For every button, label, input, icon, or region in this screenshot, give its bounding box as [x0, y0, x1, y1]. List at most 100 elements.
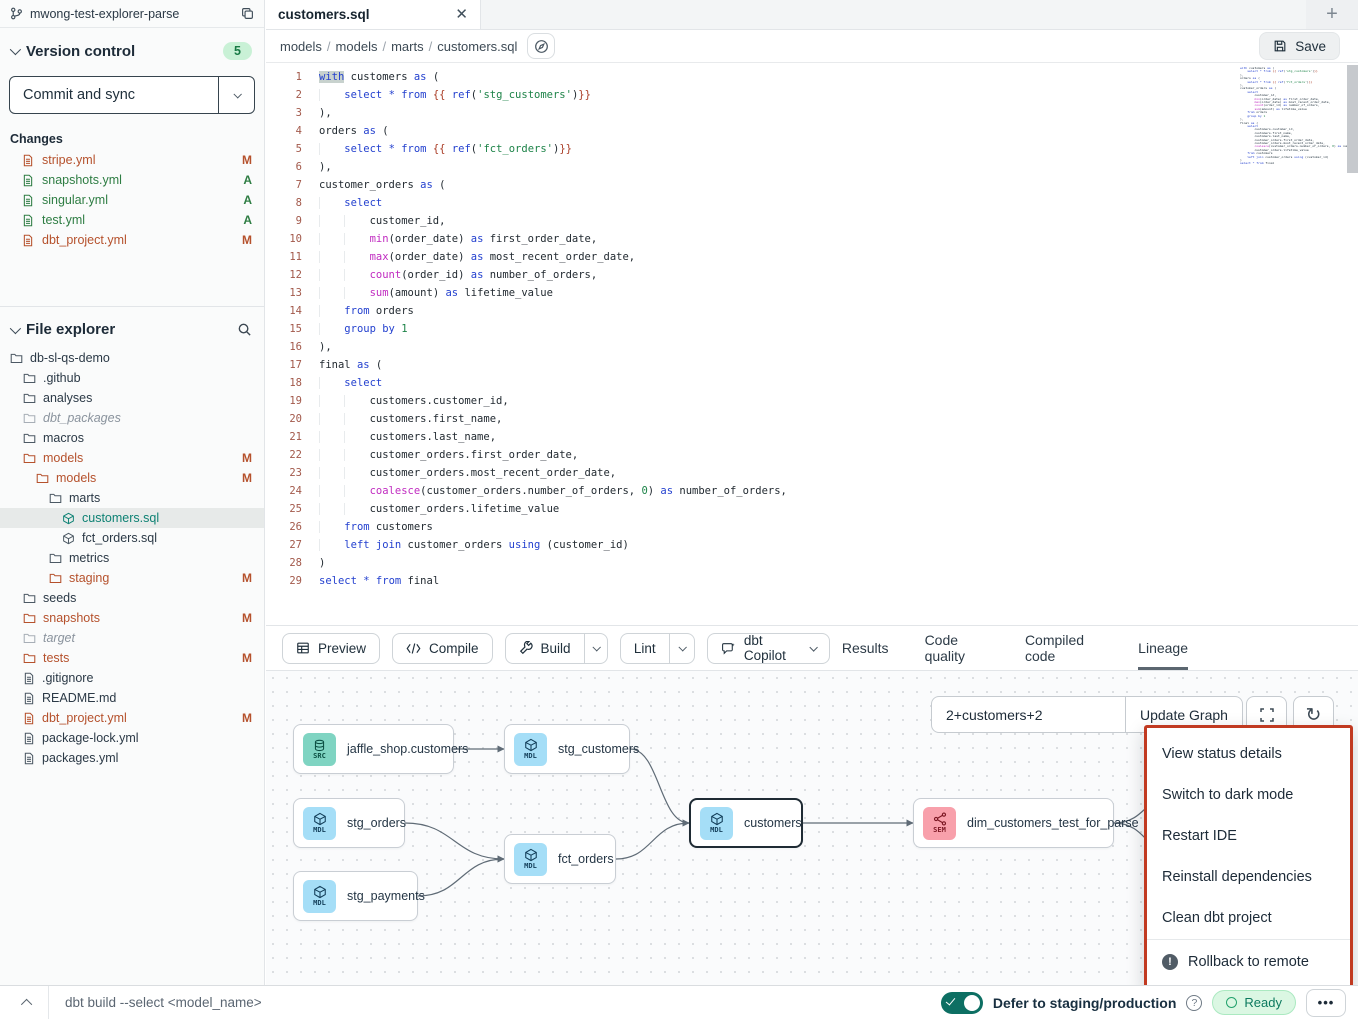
compile-button[interactable]: Compile: [392, 633, 493, 664]
code-line[interactable]: 29select * from final: [266, 572, 1358, 590]
code-line[interactable]: 23 customer_orders.most_recent_order_dat…: [266, 464, 1358, 482]
code-line[interactable]: 3),: [266, 104, 1358, 122]
code-line[interactable]: 25 customer_orders.lifetime_value: [266, 500, 1358, 518]
menu-item-reinstall-dependencies[interactable]: Reinstall dependencies: [1147, 856, 1350, 897]
search-icon[interactable]: [237, 322, 252, 337]
code-line[interactable]: 22 customer_orders.first_order_date,: [266, 446, 1358, 464]
code-line[interactable]: 19 customers.customer_id,: [266, 392, 1358, 410]
tree-item-models[interactable]: modelsM: [0, 448, 264, 468]
change-row[interactable]: dbt_project.ymlM: [0, 230, 264, 250]
tree-item-fct-orders-sql[interactable]: fct_orders.sql: [0, 528, 264, 548]
tree-item--gitignore[interactable]: .gitignore: [0, 668, 264, 688]
breadcrumb-item[interactable]: models: [336, 39, 378, 54]
code-line[interactable]: 24 coalesce(customer_orders.number_of_or…: [266, 482, 1358, 500]
code-line[interactable]: 5 select * from {{ ref('fct_orders')}}: [266, 140, 1358, 158]
menu-item-switch-to-dark-mode[interactable]: Switch to dark mode: [1147, 774, 1350, 815]
code-line[interactable]: 20 customers.first_name,: [266, 410, 1358, 428]
lineage-node-stg_payments[interactable]: MDLstg_payments: [293, 871, 418, 921]
file-explorer-header[interactable]: File explorer: [0, 307, 264, 348]
lint-options-caret[interactable]: [669, 634, 695, 663]
tree-item--github[interactable]: .github: [0, 368, 264, 388]
code-line[interactable]: 10 min(order_date) as first_order_date,: [266, 230, 1358, 248]
tree-item-packages-yml[interactable]: packages.yml: [0, 748, 264, 768]
change-row[interactable]: test.ymlA: [0, 210, 264, 230]
commit-and-sync-button[interactable]: Commit and sync: [9, 76, 255, 114]
breadcrumb-item[interactable]: customers.sql: [437, 39, 517, 54]
more-options-button[interactable]: •••: [1306, 989, 1346, 1017]
tree-item-package-lock-yml[interactable]: package-lock.yml: [0, 728, 264, 748]
change-row[interactable]: stripe.ymlM: [0, 150, 264, 170]
panel-tab-code-quality[interactable]: Code quality: [925, 626, 989, 670]
code-line[interactable]: 17final as (: [266, 356, 1358, 374]
code-line[interactable]: 8 select: [266, 194, 1358, 212]
panel-tab-compiled-code[interactable]: Compiled code: [1025, 626, 1102, 670]
breadcrumb-item[interactable]: marts: [391, 39, 424, 54]
menu-item-view-status-details[interactable]: View status details: [1147, 733, 1350, 774]
code-line[interactable]: 4orders as (: [266, 122, 1358, 140]
code-line[interactable]: 1with customers as (: [266, 68, 1358, 86]
copy-branch-icon[interactable]: [241, 7, 254, 20]
save-button[interactable]: Save: [1259, 32, 1340, 60]
tree-item-dbt-packages[interactable]: dbt_packages: [0, 408, 264, 428]
tree-item-customers-sql[interactable]: customers.sql: [0, 508, 264, 528]
build-button[interactable]: Build: [506, 634, 584, 663]
code-editor[interactable]: 1with customers as (2 select * from {{ r…: [266, 63, 1358, 625]
code-line[interactable]: 27 left join customer_orders using (cust…: [266, 536, 1358, 554]
code-line[interactable]: 6),: [266, 158, 1358, 176]
breadcrumb-item[interactable]: models: [280, 39, 322, 54]
tree-item-macros[interactable]: macros: [0, 428, 264, 448]
code-line[interactable]: 11 max(order_date) as most_recent_order_…: [266, 248, 1358, 266]
lineage-node-stg_customers[interactable]: MDLstg_customers: [504, 724, 630, 774]
status-badge[interactable]: Ready: [1212, 990, 1296, 1015]
help-icon[interactable]: ?: [1186, 995, 1202, 1011]
tree-item-target[interactable]: target: [0, 628, 264, 648]
close-icon[interactable]: ✕: [455, 7, 468, 22]
code-line[interactable]: 21 customers.last_name,: [266, 428, 1358, 446]
build-options-caret[interactable]: [584, 634, 607, 663]
command-input[interactable]: dbt build --select <model_name>: [65, 995, 262, 1010]
menu-item-rollback-to-remote[interactable]: !Rollback to remote: [1147, 941, 1350, 982]
change-row[interactable]: singular.ymlA: [0, 190, 264, 210]
code-line[interactable]: 16),: [266, 338, 1358, 356]
code-line[interactable]: 7customer_orders as (: [266, 176, 1358, 194]
code-line[interactable]: 2 select * from {{ ref('stg_customers')}…: [266, 86, 1358, 104]
commit-options-caret[interactable]: [218, 77, 254, 113]
tree-item-seeds[interactable]: seeds: [0, 588, 264, 608]
lineage-node-jaffle_shop.customers[interactable]: SRCjaffle_shop.customers: [293, 724, 454, 774]
defer-toggle[interactable]: [941, 992, 983, 1014]
minimap[interactable]: with customers as ( select * from {{ ref…: [1240, 67, 1342, 166]
panel-tab-results[interactable]: Results: [842, 626, 889, 670]
new-tab-button[interactable]: +: [1306, 0, 1358, 29]
lineage-node-dim_customers_test_for_parse[interactable]: SEMdim_customers_test_for_parse: [913, 798, 1114, 848]
lineage-selector-input[interactable]: 2+customers+2: [932, 697, 1125, 732]
tree-item-db-sl-qs-demo[interactable]: db-sl-qs-demo: [0, 348, 264, 368]
lineage-node-stg_orders[interactable]: MDLstg_orders: [293, 798, 405, 848]
tree-item-metrics[interactable]: metrics: [0, 548, 264, 568]
code-line[interactable]: 18 select: [266, 374, 1358, 392]
panel-tab-lineage[interactable]: Lineage: [1138, 626, 1188, 670]
code-line[interactable]: 13 sum(amount) as lifetime_value: [266, 284, 1358, 302]
tree-item-analyses[interactable]: analyses: [0, 388, 264, 408]
preview-button[interactable]: Preview: [282, 633, 380, 664]
code-line[interactable]: 9 customer_id,: [266, 212, 1358, 230]
code-line[interactable]: 26 from customers: [266, 518, 1358, 536]
tree-item-staging[interactable]: stagingM: [0, 568, 264, 588]
tree-item-models[interactable]: modelsM: [0, 468, 264, 488]
version-control-header[interactable]: Version control 5: [0, 28, 264, 70]
tree-item-dbt-project-yml[interactable]: dbt_project.ymlM: [0, 708, 264, 728]
change-row[interactable]: snapshots.ymlA: [0, 170, 264, 190]
lint-button[interactable]: Lint: [621, 634, 669, 663]
tree-item-snapshots[interactable]: snapshotsM: [0, 608, 264, 628]
menu-item-clean-dbt-project[interactable]: Clean dbt project: [1147, 897, 1350, 938]
tree-item-marts[interactable]: marts: [0, 488, 264, 508]
tab-customers-sql[interactable]: customers.sql ✕: [266, 0, 481, 29]
editor-scrollbar-thumb[interactable]: [1347, 65, 1358, 173]
code-line[interactable]: 14 from orders: [266, 302, 1358, 320]
expand-command-bar-icon[interactable]: [21, 998, 32, 1009]
code-line[interactable]: 12 count(order_id) as number_of_orders,: [266, 266, 1358, 284]
code-line[interactable]: 15 group by 1: [266, 320, 1358, 338]
lineage-canvas[interactable]: SRCjaffle_shop.customers MDLstg_customers…: [266, 671, 1358, 985]
tree-item-tests[interactable]: testsM: [0, 648, 264, 668]
menu-item-restart-ide[interactable]: Restart IDE: [1147, 815, 1350, 856]
code-line[interactable]: 28): [266, 554, 1358, 572]
